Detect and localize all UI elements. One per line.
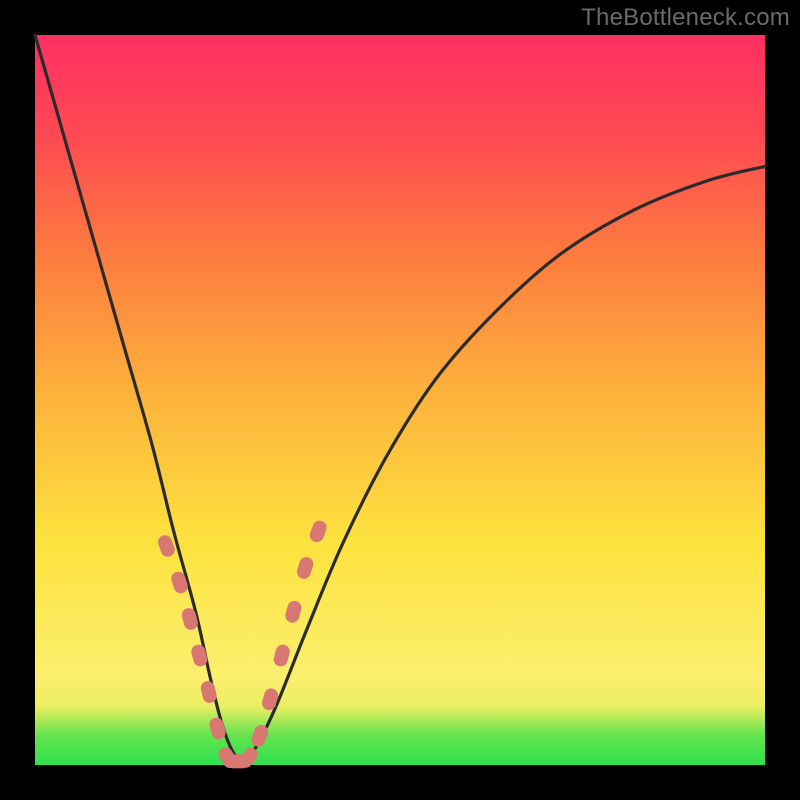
- marker: [284, 599, 303, 624]
- bottleneck-curve: [35, 35, 765, 761]
- marker: [208, 716, 228, 741]
- marker: [308, 519, 329, 544]
- marker: [272, 643, 291, 668]
- marker: [295, 555, 315, 580]
- watermark-text: TheBottleneck.com: [581, 4, 790, 32]
- plot-area: [35, 35, 765, 765]
- bottleneck-curve-svg: [35, 35, 765, 765]
- chart-frame: TheBottleneck.com: [0, 0, 800, 800]
